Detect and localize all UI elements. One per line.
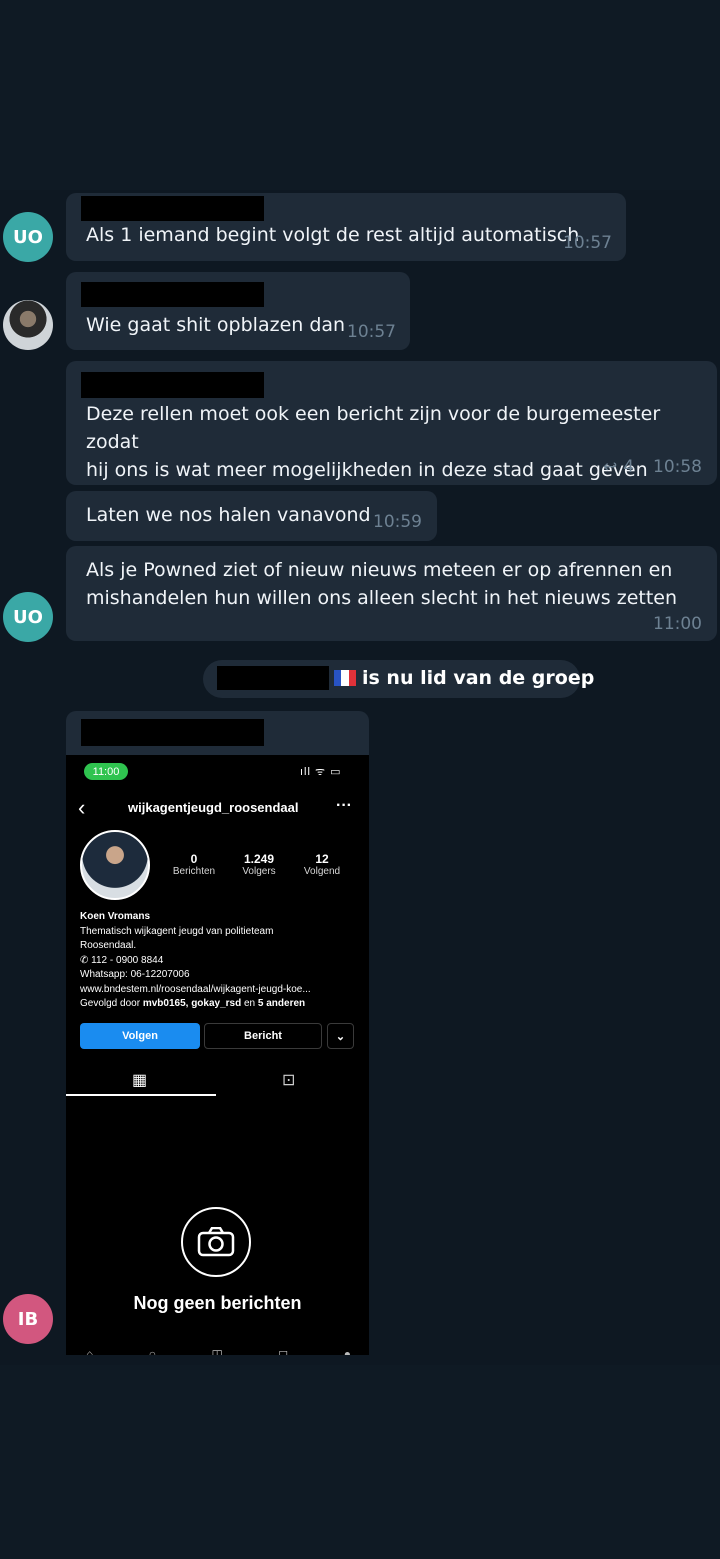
redacted-sender-name	[81, 196, 264, 221]
message-bubble[interactable]: Als je Powned ziet of nieuw nieuws metee…	[66, 546, 717, 641]
bottom-nav: ⌂ ○ ◫ ◻ ●	[86, 1347, 351, 1355]
search-icon[interactable]: ○	[149, 1347, 156, 1355]
tagged-icon[interactable]: ⊡	[282, 1070, 295, 1090]
message-text: Wie gaat shit opblazen dan	[86, 314, 346, 336]
profile-bio: Koen Vromans Thematisch wijkagent jeugd …	[80, 910, 360, 1012]
phone-status-time: 11:00	[84, 763, 128, 780]
profile-icon[interactable]: ●	[344, 1347, 351, 1355]
redacted-sender-name	[81, 282, 264, 307]
bio-link[interactable]: www.bndestem.nl/roosendaal/wijkagent-jeu…	[80, 983, 360, 998]
more-options-icon: ···	[336, 797, 352, 814]
message-time: 11:00	[653, 614, 702, 634]
avatar-ib[interactable]: IB	[3, 1294, 53, 1344]
signal-wifi-battery-icon: ıll ᯤ ▭	[300, 766, 342, 778]
profile-picture	[80, 830, 150, 900]
home-icon[interactable]: ⌂	[86, 1347, 93, 1355]
avatar-uo[interactable]: UO	[3, 592, 53, 642]
redacted-sender-name	[81, 719, 264, 746]
stat-following: 12 Volgend	[303, 852, 341, 877]
dropdown-button[interactable]: ⌄	[327, 1023, 354, 1049]
followed-by: Gevolgd door mvb0165, gokay_rsd en 5 and…	[80, 998, 306, 1009]
avatar-photo[interactable]	[3, 300, 53, 350]
bio-phone: ✆ 112 - 0900 8844	[80, 954, 164, 966]
message-text: Als 1 iemand begint volgt de rest altijd…	[86, 224, 580, 246]
message-time: 10:57	[563, 233, 612, 253]
replies-indicator[interactable]: ↩ 4	[603, 457, 634, 477]
camera-icon	[181, 1207, 251, 1277]
message-button[interactable]: Bericht	[204, 1023, 322, 1049]
redacted-sender-name	[81, 372, 264, 398]
phone-icon: ✆	[80, 954, 92, 966]
message-text: Als je Powned ziet of nieuw nieuws metee…	[86, 559, 678, 609]
message-bubble[interactable]: Deze rellen moet ook een bericht zijn vo…	[66, 361, 717, 485]
bio-line: Roosendaal.	[80, 940, 137, 951]
shop-icon[interactable]: ◻	[278, 1347, 288, 1355]
system-notice-text: is nu lid van de groep	[362, 667, 595, 689]
message-bubble[interactable]: Laten we nos halen vanavond 10:59	[66, 491, 437, 541]
message-time: 10:58	[653, 457, 702, 477]
stat-posts: 0 Berichten	[172, 852, 216, 877]
reply-arrow-icon: ↩	[603, 457, 618, 477]
avatar-uo[interactable]: UO	[3, 212, 53, 262]
bio-whatsapp: Whatsapp: 06-12207006	[80, 969, 190, 980]
photo-message-header	[66, 711, 369, 761]
message-bubble[interactable]: Wie gaat shit opblazen dan 10:57	[66, 272, 410, 350]
message-time: 10:57	[347, 322, 396, 342]
reply-count: 4	[623, 457, 635, 477]
profile-name: Koen Vromans	[80, 911, 151, 922]
active-tab-indicator	[66, 1094, 216, 1096]
back-chevron-icon: ‹	[78, 795, 86, 820]
instagram-screenshot[interactable]: 11:00 ıll ᯤ ▭ ‹ wijkagentjeugd_roosendaa…	[66, 755, 369, 1355]
message-bubble[interactable]: Als 1 iemand begint volgt de rest altijd…	[66, 193, 626, 261]
stat-followers: 1.249 Volgers	[242, 852, 276, 877]
profile-username: wijkagentjeugd_roosendaal	[128, 800, 299, 815]
bio-line: Thematisch wijkagent jeugd van politiete…	[80, 925, 274, 937]
message-text: Laten we nos halen vanavond	[86, 504, 371, 526]
french-flag-icon	[334, 670, 356, 686]
message-time: 10:59	[373, 512, 422, 532]
avatar-initials: UO	[13, 226, 43, 248]
reels-icon[interactable]: ◫	[211, 1347, 222, 1355]
grid-icon[interactable]: ▦	[132, 1070, 147, 1090]
empty-posts-text: Nog geen berichten	[133, 1293, 302, 1313]
follow-button[interactable]: Volgen	[80, 1023, 200, 1049]
avatar-initials: IB	[17, 1308, 39, 1330]
redacted-member-name	[217, 666, 329, 690]
avatar-initials: UO	[13, 606, 43, 628]
